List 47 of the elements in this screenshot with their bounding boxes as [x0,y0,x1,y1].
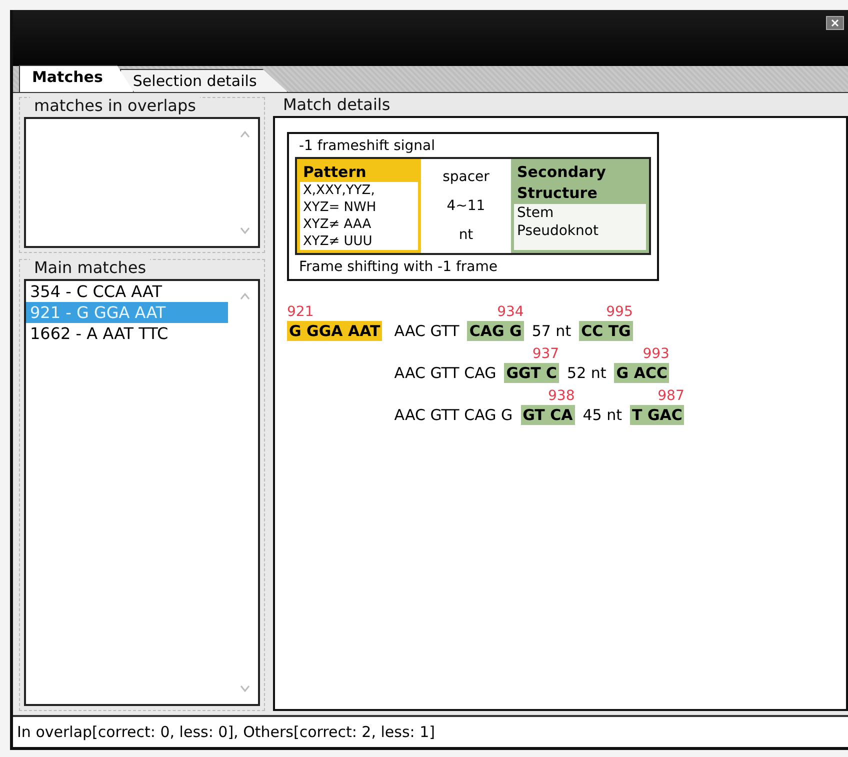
pattern-line: XYZ≠ AAA [302,216,372,233]
highlighted-sequence: CC TG [579,321,633,341]
scroll-up-icon[interactable] [240,131,250,138]
highlighted-sequence: T GAC [630,405,684,425]
position-label: 995 [606,303,633,321]
overlaps-list[interactable] [24,117,260,248]
close-button[interactable] [826,16,844,30]
sequence-text: 45 nt [582,405,623,425]
matches-list[interactable]: 354 - C CCA AAT 921 - G GGA AAT 1662 - A AAT TTC [24,279,260,706]
position-label: 921 [287,303,314,321]
spacer-text: spacer [442,169,490,186]
pattern-sequence: G GGA AAT [287,321,382,341]
sequence-text: AAC GTT CAG [393,363,498,383]
highlighted-sequence: CAG G [467,321,524,341]
sequence-text: 52 nt [566,363,608,383]
highlighted-sequence: GGT C [504,363,560,383]
card-footer: Frame shifting with -1 frame [299,259,651,275]
list-item[interactable]: 1662 - A AAT TTC [26,323,228,344]
scroll-up-icon[interactable] [240,293,250,300]
tab[interactable]: Selection details [120,69,288,92]
highlighted-sequence: G ACC [614,363,670,383]
position-label: 987 [658,387,684,405]
scroll-down-icon[interactable] [240,685,250,692]
pattern-line: X,XXY,YYZ, [302,182,376,199]
highlighted-sequence: GT CA [520,405,575,425]
status-bar: In overlap[correct: 0, less: 0], Others[correct: 2, less: 1] [13,715,848,747]
sequence-text: AAC GTT CAG G [393,405,514,425]
close-icon [831,19,839,27]
structure-line: Stem [516,204,555,222]
spacer-text: 4~11 [446,198,486,214]
sequence-text: AAC GTT [393,321,460,341]
structure-line: Pseudoknot [516,222,600,240]
column-header: Pattern [300,162,418,182]
position-label: 937 [532,345,560,363]
tab[interactable]: Matches [19,65,134,92]
scroll-down-icon[interactable] [240,227,250,234]
list-item[interactable]: 354 - C CCA AAT [26,281,228,302]
card-title: -1 frameshift signal [299,138,436,154]
position-label: 938 [548,387,575,405]
pattern-line: XYZ= NWH [302,199,378,216]
sequence-text: 57 nt [530,321,572,341]
spacer-text: nt [458,226,474,243]
pattern-line: XYZ≠ UUU [302,233,374,250]
position-label: 934 [497,303,524,321]
position-label: 993 [642,345,670,363]
column-header: Secondary Structure [514,162,646,204]
group-title: matches in overlaps [30,96,200,115]
